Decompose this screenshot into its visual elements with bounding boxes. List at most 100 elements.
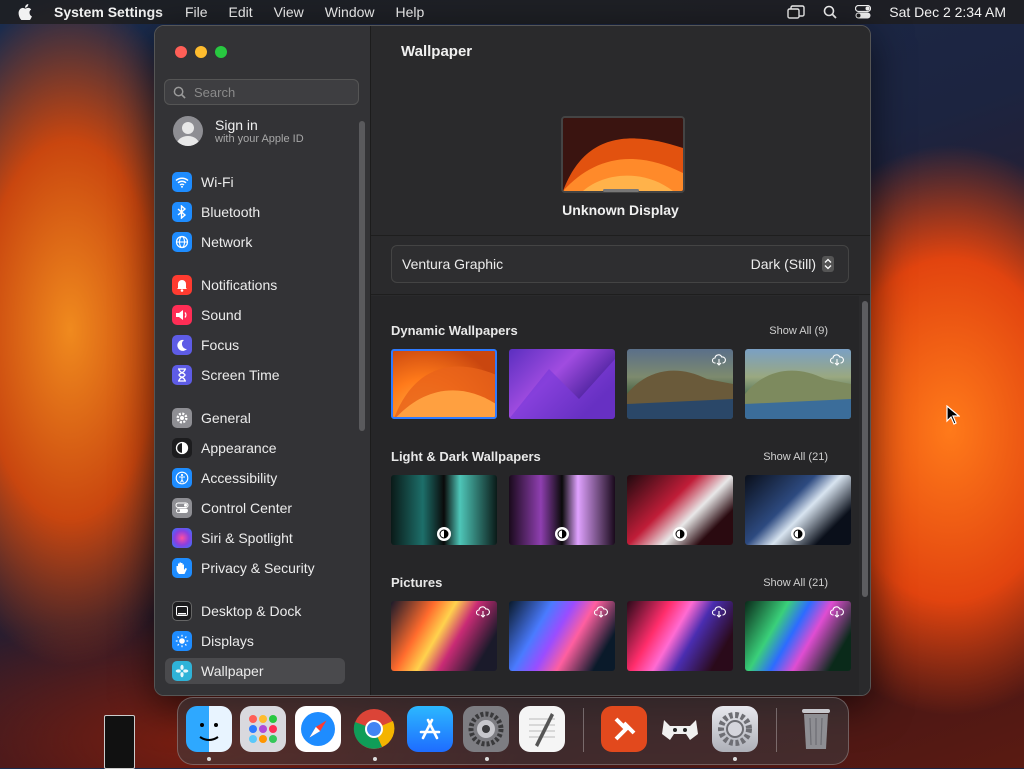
sidebar-item-label: Wallpaper [201, 663, 264, 679]
flower-icon [172, 661, 192, 681]
textedit-icon[interactable] [519, 706, 565, 752]
sidebar-item-displays[interactable]: Displays [165, 628, 345, 654]
app-name-menu[interactable]: System Settings [54, 4, 163, 20]
apple-menu-icon[interactable] [18, 4, 36, 20]
dock-separator [776, 708, 777, 752]
search-input[interactable] [192, 83, 346, 101]
sidebar-item-sound[interactable]: Sound [165, 302, 345, 328]
sidebar-item-label: General [201, 410, 251, 426]
sidebar-item-label: Control Center [201, 500, 293, 516]
minimized-window-thumbnail[interactable] [104, 715, 135, 769]
appearance-mode-value: Dark (Still) [750, 256, 816, 272]
toggles-icon [172, 498, 192, 518]
wallpaper-thumbnail[interactable] [391, 349, 497, 419]
sidebar-item-accessibility[interactable]: Accessibility [165, 465, 345, 491]
search-field[interactable] [164, 79, 359, 105]
section-title-light-dark: Light & Dark Wallpapers [391, 449, 541, 464]
sidebar-item-label: Displays [201, 633, 254, 649]
sidebar-item-bluetooth[interactable]: Bluetooth [165, 199, 345, 225]
sidebar-item-general[interactable]: General [165, 405, 345, 431]
sidebar-scrollbar[interactable] [359, 121, 365, 431]
view-menu[interactable]: View [274, 4, 304, 20]
chrome-icon[interactable] [351, 706, 397, 752]
system-preferences-icon[interactable] [463, 706, 509, 752]
wallpaper-thumbnail[interactable] [391, 601, 497, 671]
window-controls [175, 46, 227, 58]
show-all-light-dark-button[interactable]: Show All (21) [757, 449, 834, 465]
dock [177, 697, 849, 765]
globe-icon [172, 232, 192, 252]
launchpad-icon[interactable] [240, 706, 286, 752]
hand-icon [172, 558, 192, 578]
show-all-dynamic-button[interactable]: Show All (9) [763, 323, 834, 339]
avatar [173, 116, 203, 146]
dock-separator [583, 708, 584, 752]
sidebar-item-wallpaper[interactable]: Wallpaper [165, 658, 345, 684]
appearance-mode-popup[interactable]: Dark (Still) [751, 256, 834, 272]
spotlight-search-icon[interactable] [823, 5, 837, 19]
sidebar-item-control-center[interactable]: Control Center [165, 495, 345, 521]
system-settings-icon[interactable] [712, 706, 758, 752]
sidebar-item-desktop-dock[interactable]: Desktop & Dock [165, 598, 345, 624]
display-preview-thumbnail[interactable] [561, 116, 685, 193]
minimize-window-button[interactable] [195, 46, 207, 58]
current-wallpaper-row: Ventura Graphic Dark (Still) [391, 245, 849, 283]
sidebar-item-privacy-security[interactable]: Privacy & Security [165, 555, 345, 581]
appearance-icon [172, 438, 192, 458]
remote-desktop-icon[interactable] [601, 706, 647, 752]
sidebar-item-label: Notifications [201, 277, 278, 293]
wallpaper-thumbnail[interactable] [627, 349, 733, 419]
main-pane: Wallpaper Unknown Display Ventura Graphi… [371, 26, 870, 695]
system-settings-window: Sign in with your Apple ID Wi-Fi Bluetoo… [154, 25, 871, 696]
menubar-clock[interactable]: Sat Dec 2 2:34 AM [889, 4, 1006, 20]
help-menu[interactable]: Help [396, 4, 425, 20]
file-menu[interactable]: File [185, 4, 208, 20]
wallpaper-thumbnail[interactable] [627, 475, 733, 545]
wallpaper-thumbnail[interactable] [509, 475, 615, 545]
light-dark-icon [791, 527, 805, 541]
wifi-icon [172, 172, 192, 192]
safari-icon[interactable] [295, 706, 341, 752]
zoom-window-button[interactable] [215, 46, 227, 58]
wallpaper-thumbnail[interactable] [391, 475, 497, 545]
wallpaper-thumbnail[interactable] [745, 475, 851, 545]
app-store-icon[interactable] [407, 706, 453, 752]
section-title-pictures: Pictures [391, 575, 443, 590]
divider [371, 235, 870, 236]
window-menu[interactable]: Window [325, 4, 375, 20]
accessibility-icon [172, 468, 192, 488]
sidebar-item-siri-spotlight[interactable]: Siri & Spotlight [165, 525, 345, 551]
running-indicator [207, 757, 211, 761]
download-cloud-icon [475, 605, 491, 619]
running-indicator [485, 757, 489, 761]
show-all-pictures-button[interactable]: Show All (21) [757, 575, 834, 591]
sidebar-item-wifi[interactable]: Wi-Fi [165, 169, 345, 195]
wallpaper-thumbnail[interactable] [745, 349, 851, 419]
wallpaper-thumbnail[interactable] [627, 601, 733, 671]
finder-icon[interactable] [186, 706, 232, 752]
wallpaper-thumbnail[interactable] [509, 601, 615, 671]
gear-icon [172, 408, 192, 428]
gallery-scrollbar[interactable] [859, 296, 870, 695]
edit-menu[interactable]: Edit [229, 4, 253, 20]
wallpaper-thumbnail[interactable] [745, 601, 851, 671]
display-name: Unknown Display [562, 202, 679, 218]
sidebar-item-appearance[interactable]: Appearance [165, 435, 345, 461]
sidebar-item-label: Appearance [201, 440, 277, 456]
apple-id-sign-in[interactable]: Sign in with your Apple ID [173, 116, 304, 146]
download-cloud-icon [711, 605, 727, 619]
trash-icon[interactable] [793, 706, 839, 752]
sidebar-item-notifications[interactable]: Notifications [165, 272, 345, 298]
wallpaper-thumbnail[interactable] [509, 349, 615, 419]
close-window-button[interactable] [175, 46, 187, 58]
sidebar-item-network[interactable]: Network [165, 229, 345, 255]
dock-icon [172, 601, 192, 621]
control-center-icon[interactable] [855, 5, 872, 19]
screen-mirroring-icon[interactable] [787, 5, 805, 19]
sidebar-item-screen-time[interactable]: Screen Time [165, 362, 345, 388]
retroarch-icon[interactable] [657, 706, 703, 752]
gallery-scrollbar-knob[interactable] [862, 301, 868, 597]
sidebar-item-label: Network [201, 234, 253, 250]
sidebar-item-focus[interactable]: Focus [165, 332, 345, 358]
chevron-up-down-icon [822, 256, 834, 272]
